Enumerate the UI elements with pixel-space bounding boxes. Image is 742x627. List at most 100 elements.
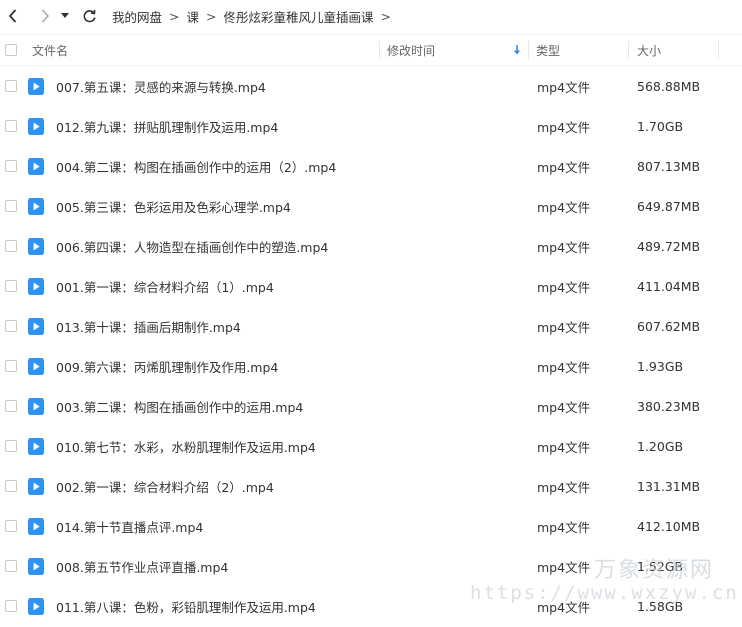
file-name[interactable]: 005.第三课：色彩运用及色彩心理学.mp4: [56, 186, 291, 226]
file-name[interactable]: 001.第一课：综合材料介绍（1）.mp4: [56, 266, 274, 306]
breadcrumb: 我的网盘 > 课 > 佟彤炫彩童稚风儿童插画课 >: [112, 7, 398, 26]
column-divider[interactable]: [379, 41, 380, 59]
file-name[interactable]: 004.第二课：构图在插画创作中的运用（2）.mp4: [56, 146, 336, 186]
file-row[interactable]: 010.第七节：水彩，水粉肌理制作及运用.mp4 mp4文件 1.20GB: [0, 426, 742, 466]
file-size: 380.23MB: [637, 398, 701, 414]
row-checkbox[interactable]: [5, 520, 17, 532]
column-header-size[interactable]: 大小: [637, 35, 661, 65]
file-type: mp4文件: [537, 439, 591, 455]
file-name[interactable]: 013.第十课：插画后期制作.mp4: [56, 306, 241, 346]
file-row[interactable]: 011.第八课：色粉，彩铅肌理制作及运用.mp4 mp4文件 1.58GB: [0, 586, 742, 626]
file-row[interactable]: 004.第二课：构图在插画创作中的运用（2）.mp4 mp4文件 807.13MB: [0, 146, 742, 186]
column-divider[interactable]: [718, 41, 719, 59]
file-size: 568.88MB: [637, 78, 701, 94]
video-file-icon: [28, 186, 44, 226]
video-file-icon: [28, 266, 44, 306]
row-checkbox-cell: [5, 306, 17, 346]
file-name[interactable]: 008.第五节作业点评直播.mp4: [56, 546, 228, 586]
file-name[interactable]: 009.第六课：丙烯肌理制作及作用.mp4: [56, 346, 278, 386]
row-checkbox[interactable]: [5, 200, 17, 212]
file-name[interactable]: 007.第五课：灵感的来源与转换.mp4: [56, 66, 266, 106]
file-name[interactable]: 014.第十节直播点评.mp4: [56, 506, 203, 546]
row-checkbox[interactable]: [5, 600, 17, 612]
breadcrumb-item-current[interactable]: 佟彤炫彩童稚风儿童插画课: [224, 7, 374, 26]
file-row[interactable]: 014.第十节直播点评.mp4 mp4文件 412.10MB: [0, 506, 742, 546]
row-checkbox[interactable]: [5, 120, 17, 132]
row-checkbox[interactable]: [5, 160, 17, 172]
file-size: 649.87MB: [637, 198, 701, 214]
video-file-icon-svg: [28, 157, 44, 175]
forward-button[interactable]: [32, 2, 58, 30]
column-header-type[interactable]: 类型: [536, 35, 560, 65]
file-type: mp4文件: [537, 399, 591, 415]
row-checkbox[interactable]: [5, 360, 17, 372]
file-row[interactable]: 003.第二课：构图在插画创作中的运用.mp4 mp4文件 380.23MB: [0, 386, 742, 426]
row-checkbox-cell: [5, 426, 17, 466]
sort-down-arrow-icon: [513, 44, 521, 54]
row-checkbox[interactable]: [5, 320, 17, 332]
file-row[interactable]: 007.第五课：灵感的来源与转换.mp4 mp4文件 568.88MB: [0, 66, 742, 106]
file-type: mp4文件: [537, 359, 591, 375]
video-file-icon: [28, 106, 44, 146]
row-checkbox[interactable]: [5, 400, 17, 412]
video-file-icon: [28, 346, 44, 386]
row-checkbox-cell: [5, 466, 17, 506]
file-row[interactable]: 012.第九课：拼贴肌理制作及运用.mp4 mp4文件 1.70GB: [0, 106, 742, 146]
column-divider[interactable]: [528, 41, 529, 59]
file-type: mp4文件: [537, 599, 591, 615]
history-dropdown-button[interactable]: [58, 2, 72, 30]
file-row[interactable]: 005.第三课：色彩运用及色彩心理学.mp4 mp4文件 649.87MB: [0, 186, 742, 226]
video-file-icon-svg: [28, 237, 44, 255]
file-type: mp4文件: [537, 519, 591, 535]
row-checkbox[interactable]: [5, 480, 17, 492]
file-size: 1.93GB: [637, 358, 684, 374]
row-checkbox[interactable]: [5, 280, 17, 292]
file-list-header: 文件名 修改时间 类型 大小: [0, 34, 742, 66]
file-row[interactable]: 013.第十课：插画后期制作.mp4 mp4文件 607.62MB: [0, 306, 742, 346]
file-row[interactable]: 002.第一课：综合材料介绍（2）.mp4 mp4文件 131.31MB: [0, 466, 742, 506]
row-checkbox-cell: [5, 106, 17, 146]
navigation-toolbar: 我的网盘 > 课 > 佟彤炫彩童稚风儿童插画课 >: [0, 0, 742, 32]
file-name[interactable]: 012.第九课：拼贴肌理制作及运用.mp4: [56, 106, 278, 146]
breadcrumb-root[interactable]: 我的网盘: [112, 7, 162, 26]
row-checkbox[interactable]: [5, 440, 17, 452]
row-checkbox[interactable]: [5, 80, 17, 92]
file-row[interactable]: 009.第六课：丙烯肌理制作及作用.mp4 mp4文件 1.93GB: [0, 346, 742, 386]
file-type: mp4文件: [537, 159, 591, 175]
row-checkbox-cell: [5, 546, 17, 586]
video-file-icon: [28, 506, 44, 546]
breadcrumb-item[interactable]: 课: [187, 7, 200, 26]
refresh-icon: [83, 9, 96, 22]
file-name[interactable]: 003.第二课：构图在插画创作中的运用.mp4: [56, 386, 303, 426]
file-row[interactable]: 001.第一课：综合材料介绍（1）.mp4 mp4文件 411.04MB: [0, 266, 742, 306]
select-all-checkbox[interactable]: [5, 44, 17, 56]
file-name[interactable]: 010.第七节：水彩，水粉肌理制作及运用.mp4: [56, 426, 316, 466]
caret-down-icon: [61, 13, 69, 18]
file-type: mp4文件: [537, 559, 591, 575]
video-file-icon: [28, 306, 44, 346]
column-header-name[interactable]: 文件名: [32, 35, 68, 65]
file-name[interactable]: 006.第四课：人物造型在插画创作中的塑造.mp4: [56, 226, 328, 266]
file-row[interactable]: 006.第四课：人物造型在插画创作中的塑造.mp4 mp4文件 489.72MB: [0, 226, 742, 266]
video-file-icon: [28, 66, 44, 106]
column-header-modified[interactable]: 修改时间: [387, 35, 435, 65]
row-checkbox[interactable]: [5, 240, 17, 252]
file-name[interactable]: 011.第八课：色粉，彩铅肌理制作及运用.mp4: [56, 586, 316, 626]
column-divider[interactable]: [628, 41, 629, 59]
sort-indicator[interactable]: [513, 35, 521, 65]
file-size: 489.72MB: [637, 238, 701, 254]
row-checkbox-cell: [5, 66, 17, 106]
back-button[interactable]: [0, 2, 26, 30]
video-file-icon-svg: [28, 357, 44, 375]
video-file-icon: [28, 546, 44, 586]
file-row[interactable]: 008.第五节作业点评直播.mp4 mp4文件 1.52GB: [0, 546, 742, 586]
refresh-button[interactable]: [76, 2, 102, 30]
file-size: 131.31MB: [637, 478, 701, 494]
video-file-icon: [28, 466, 44, 506]
file-name[interactable]: 002.第一课：综合材料介绍（2）.mp4: [56, 466, 274, 506]
video-file-icon-svg: [28, 277, 44, 295]
video-file-icon: [28, 226, 44, 266]
video-file-icon-svg: [28, 317, 44, 335]
row-checkbox[interactable]: [5, 560, 17, 572]
video-file-icon-svg: [28, 197, 44, 215]
